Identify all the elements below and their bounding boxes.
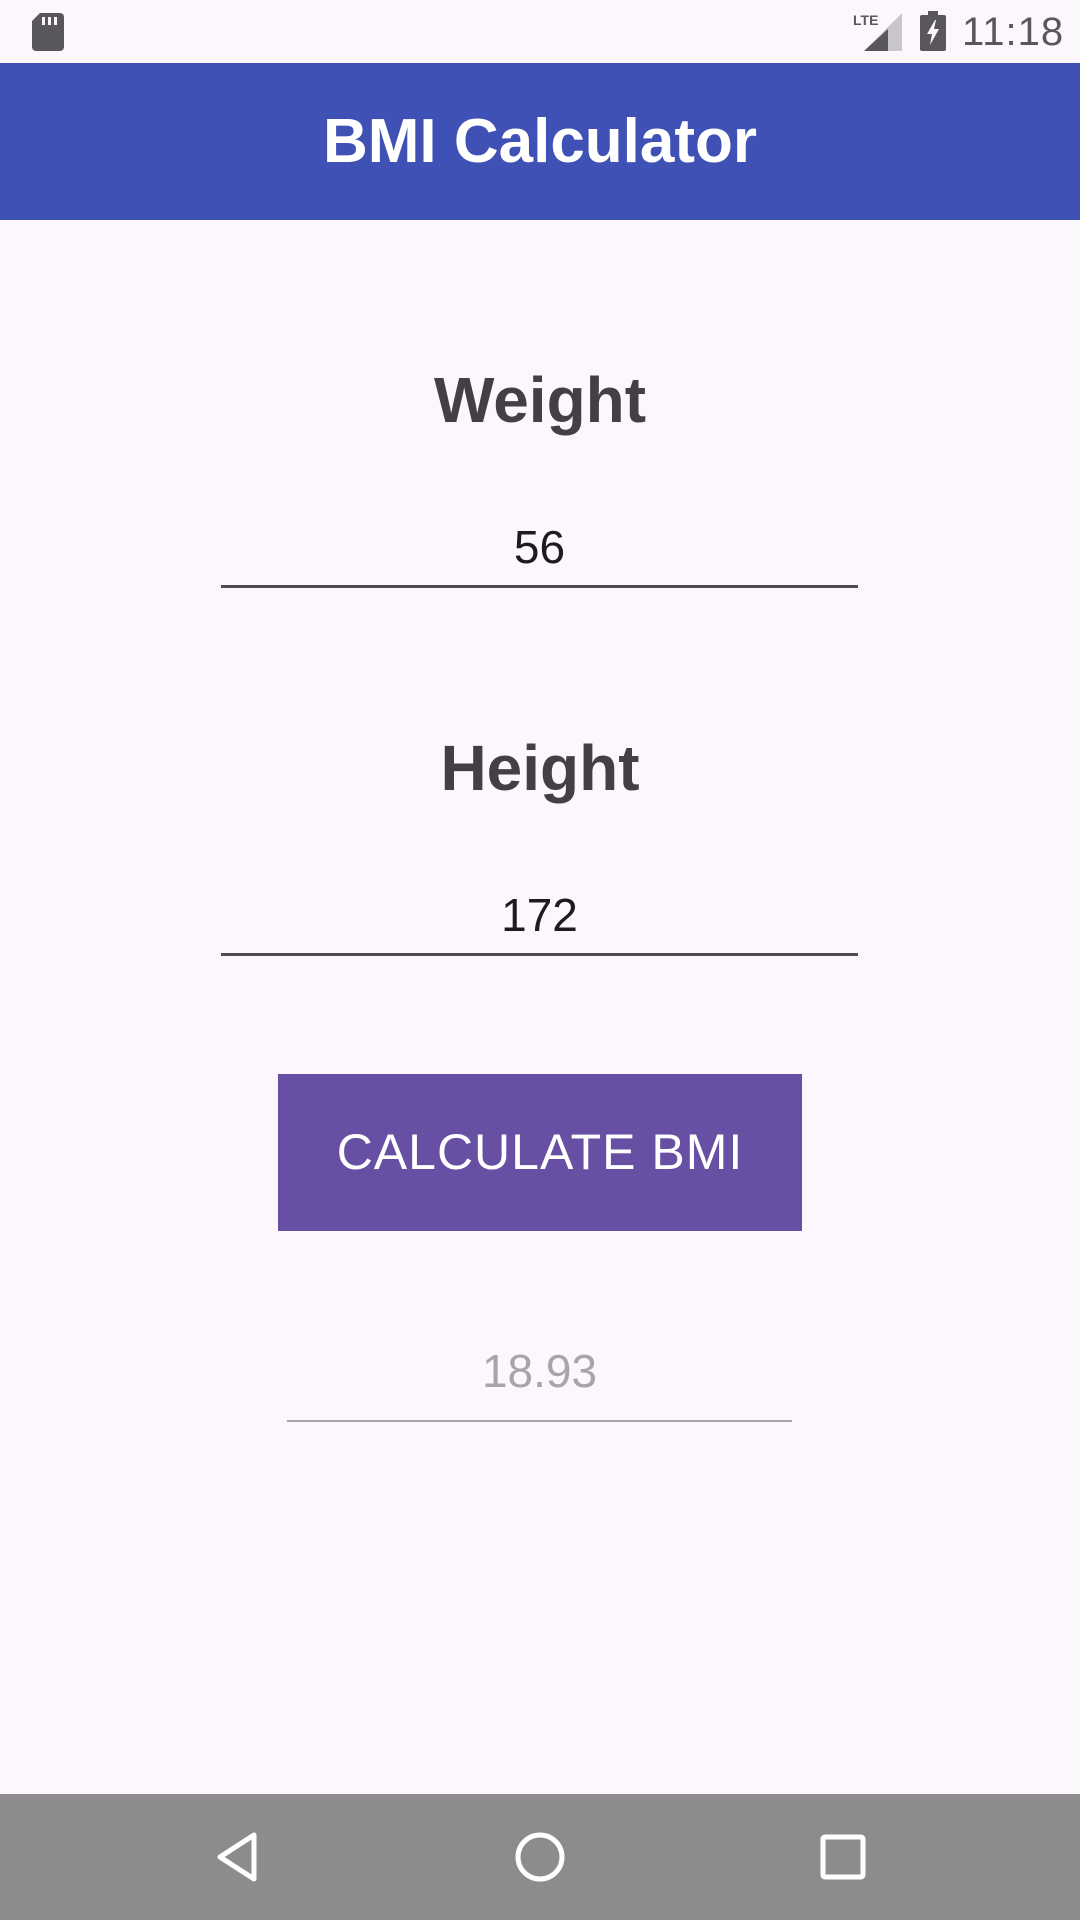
lte-label: LTE: [853, 12, 878, 28]
app-title: BMI Calculator: [322, 107, 758, 176]
bmi-result-input[interactable]: [287, 1322, 792, 1420]
bmi-result-field[interactable]: [287, 1322, 792, 1422]
sd-card-icon: [32, 13, 64, 51]
weight-input[interactable]: [221, 508, 858, 585]
navigation-bar: [0, 1794, 1080, 1920]
screen: LTE 11:18 BMI Calculator Weight Height C…: [0, 0, 1080, 1920]
height-field[interactable]: [221, 876, 858, 956]
battery-charging-icon: [920, 11, 946, 51]
home-button[interactable]: [500, 1817, 580, 1897]
height-label: Height: [440, 732, 640, 804]
status-bar: LTE 11:18: [0, 0, 1080, 63]
back-icon: [217, 1832, 257, 1882]
height-input[interactable]: [221, 876, 858, 953]
back-button[interactable]: [198, 1817, 278, 1897]
home-icon: [515, 1832, 565, 1882]
lte-signal-icon: LTE: [853, 12, 902, 51]
recents-button[interactable]: [803, 1817, 883, 1897]
status-clock: 11:18: [962, 10, 1065, 54]
calculate-bmi-button[interactable]: CALCULATE BMI: [278, 1074, 802, 1231]
weight-field[interactable]: [221, 508, 858, 588]
weight-label: Weight: [433, 364, 647, 436]
app-bar: BMI Calculator: [0, 63, 1080, 220]
recents-icon: [820, 1834, 866, 1880]
